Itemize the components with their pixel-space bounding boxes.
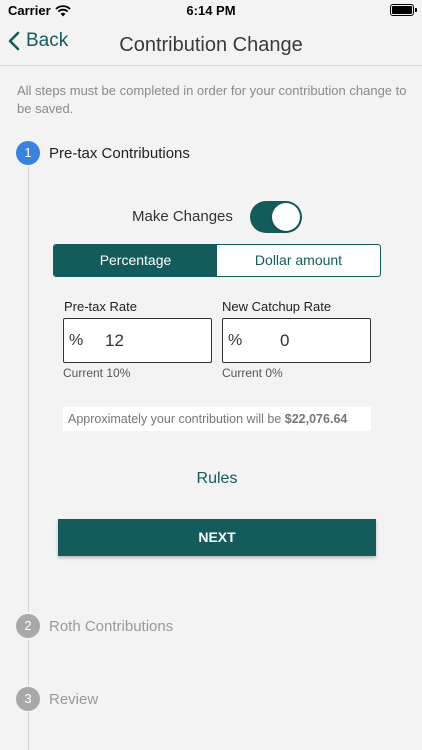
- pretax-rate-value: 12: [105, 331, 124, 350]
- step-3-label[interactable]: Review: [49, 691, 98, 708]
- rules-link[interactable]: Rules: [0, 470, 422, 488]
- estimate-amount: $22,076.64: [284, 412, 348, 426]
- step-connector: [28, 166, 29, 612]
- status-bar: Carrier 6:14 PM: [0, 0, 422, 22]
- catchup-rate-input[interactable]: % 0: [222, 318, 371, 363]
- status-time: 6:14 PM: [186, 3, 236, 18]
- completion-notice: All steps must be completed in order for…: [17, 83, 407, 116]
- make-changes-toggle[interactable]: [250, 201, 302, 233]
- step-connector: [28, 712, 29, 750]
- nav-bar: Back Contribution Change: [0, 22, 422, 66]
- percent-prefix: %: [69, 332, 84, 349]
- contribution-mode-selector: Percentage Dollar amount: [53, 244, 381, 277]
- pretax-rate-label: Pre-tax Rate: [64, 299, 137, 314]
- segment-dollar-amount[interactable]: Dollar amount: [217, 245, 380, 276]
- toggle-knob: [272, 203, 300, 231]
- status-right: [390, 4, 417, 16]
- step-2-label[interactable]: Roth Contributions: [49, 618, 173, 635]
- step-1-indicator: 1: [16, 141, 40, 165]
- pretax-rate-input[interactable]: % 12: [63, 318, 212, 363]
- estimate-text: Approximately your contribution will be: [68, 412, 285, 426]
- contribution-estimate: Approximately your contribution will be …: [63, 407, 371, 431]
- step-connector: [28, 640, 29, 686]
- catchup-rate-value: 0: [280, 331, 290, 350]
- percent-prefix: %: [228, 332, 243, 349]
- segment-percentage[interactable]: Percentage: [54, 245, 217, 276]
- battery-icon: [390, 4, 417, 16]
- step-3-indicator: 3: [16, 687, 40, 711]
- next-button[interactable]: NEXT: [58, 519, 376, 556]
- pretax-current-hint: Current 10%: [63, 366, 131, 380]
- catchup-current-hint: Current 0%: [222, 366, 283, 380]
- step-1-label[interactable]: Pre-tax Contributions: [49, 145, 190, 162]
- page-title: Contribution Change: [119, 34, 303, 56]
- make-changes-label: Make Changes: [132, 208, 233, 225]
- catchup-rate-label: New Catchup Rate: [222, 299, 332, 314]
- step-2-indicator: 2: [16, 614, 40, 638]
